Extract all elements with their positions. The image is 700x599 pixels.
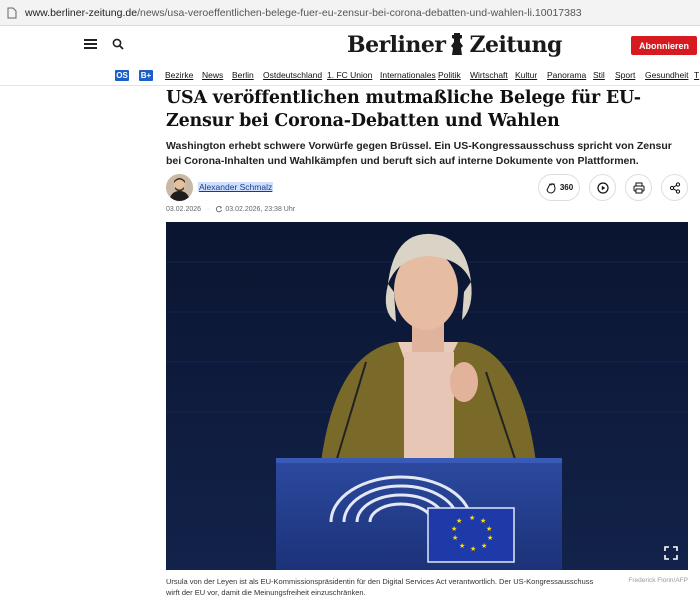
site-logo[interactable]: Berliner Zeitung [347, 30, 562, 60]
clap-button[interactable]: 360 [538, 174, 580, 201]
author-name-link[interactable]: Alexander Schmalz [198, 182, 274, 192]
nav-item-gesundheit[interactable]: Gesundheit [645, 70, 688, 80]
nav-item-news[interactable]: News [202, 70, 223, 80]
menu-icon[interactable] [84, 39, 97, 49]
nav-item-wirtschaft[interactable]: Wirtschaft [470, 70, 508, 80]
url-text[interactable]: www.berliner-zeitung.de/news/usa-veroeff… [25, 7, 582, 19]
svg-text:★: ★ [452, 534, 458, 542]
nav-item-fc-union[interactable]: 1. FC Union [327, 70, 372, 80]
logo-word-1: Berliner [347, 32, 446, 58]
image-credit: Frederick Florin/AFP [628, 577, 688, 584]
refresh-icon [216, 206, 223, 213]
svg-text:★: ★ [456, 517, 462, 525]
search-icon[interactable] [112, 38, 124, 50]
page-info-icon[interactable] [6, 7, 18, 19]
section-nav: OS B+ Bezirke News Berlin Ostdeutschland… [0, 68, 700, 86]
nav-item-panorama[interactable]: Panorama [547, 70, 586, 80]
nav-item-truncated[interactable]: T [694, 70, 699, 80]
nav-item-stil[interactable]: Stil [593, 70, 605, 80]
print-button[interactable] [625, 174, 652, 201]
svg-text:★: ★ [487, 534, 493, 542]
fullscreen-icon[interactable] [664, 546, 678, 560]
url-host: www.berliner-zeitung.de [25, 6, 138, 19]
article-header: USA veröffentlichen mutmaßliche Belege f… [166, 86, 688, 169]
nav-item-bezirke[interactable]: Bezirke [165, 70, 193, 80]
nav-badge-bplus[interactable]: B+ [139, 70, 153, 81]
published-date: 03.02.2026 [166, 205, 202, 213]
nav-badge-os[interactable]: OS [115, 70, 129, 81]
article-headline: USA veröffentlichen mutmaßliche Belege f… [166, 88, 641, 131]
nav-item-kultur[interactable]: Kultur [515, 70, 537, 80]
svg-text:★: ★ [470, 545, 476, 553]
share-button[interactable] [661, 174, 688, 201]
site-header: Berliner Zeitung Abonnieren [0, 26, 700, 68]
author-portrait-icon [166, 174, 193, 201]
nav-item-politik[interactable]: Politik [438, 70, 461, 80]
url-path: /news/usa-veroeffentlichen-belege-fuer-e… [137, 6, 582, 19]
article-actions: 360 [538, 174, 688, 201]
photo-illustration: ★ ★★ ★★★ ★★★ ★ [166, 222, 688, 570]
svg-text:★: ★ [451, 525, 457, 533]
article-lead: Washington erhebt schwere Vorwürfe gegen… [166, 140, 672, 167]
print-icon [633, 182, 644, 193]
date-separator: · [207, 205, 210, 213]
clap-count: 360 [559, 183, 574, 192]
subscribe-button[interactable]: Abonnieren [631, 36, 697, 55]
updated-date: 03.02.2026, 23:38 Uhr [215, 205, 295, 213]
svg-text:★: ★ [469, 514, 475, 522]
svg-text:★: ★ [480, 517, 486, 525]
nav-item-sport[interactable]: Sport [615, 70, 635, 80]
nav-item-internationales[interactable]: Internationales [380, 70, 436, 80]
nav-item-ostdeutschland[interactable]: Ostdeutschland [263, 70, 322, 80]
svg-text:★: ★ [459, 542, 465, 550]
nav-item-berlin[interactable]: Berlin [232, 70, 254, 80]
byline: Alexander Schmalz 360 [166, 174, 688, 202]
clap-icon [546, 182, 556, 194]
play-audio-button[interactable] [589, 174, 616, 201]
author-avatar[interactable] [166, 174, 193, 201]
svg-text:★: ★ [481, 542, 487, 550]
logo-word-2: Zeitung [469, 32, 562, 58]
bear-crest-icon [451, 33, 464, 55]
article-dates: 03.02.2026 · 03.02.2026, 23:38 Uhr [166, 205, 295, 213]
play-icon [596, 181, 609, 194]
image-caption: Ursula von der Leyen ist als EU-Kommissi… [166, 577, 594, 597]
svg-text:★: ★ [486, 525, 492, 533]
updated-date-text: 03.02.2026, 23:38 Uhr [225, 205, 296, 213]
browser-address-bar[interactable]: www.berliner-zeitung.de/news/usa-veroeff… [0, 0, 700, 26]
article-lead-image[interactable]: ★ ★ ★ ★ ★ ★ ★ ★ ★ ★ [166, 222, 688, 570]
share-icon [669, 181, 680, 194]
